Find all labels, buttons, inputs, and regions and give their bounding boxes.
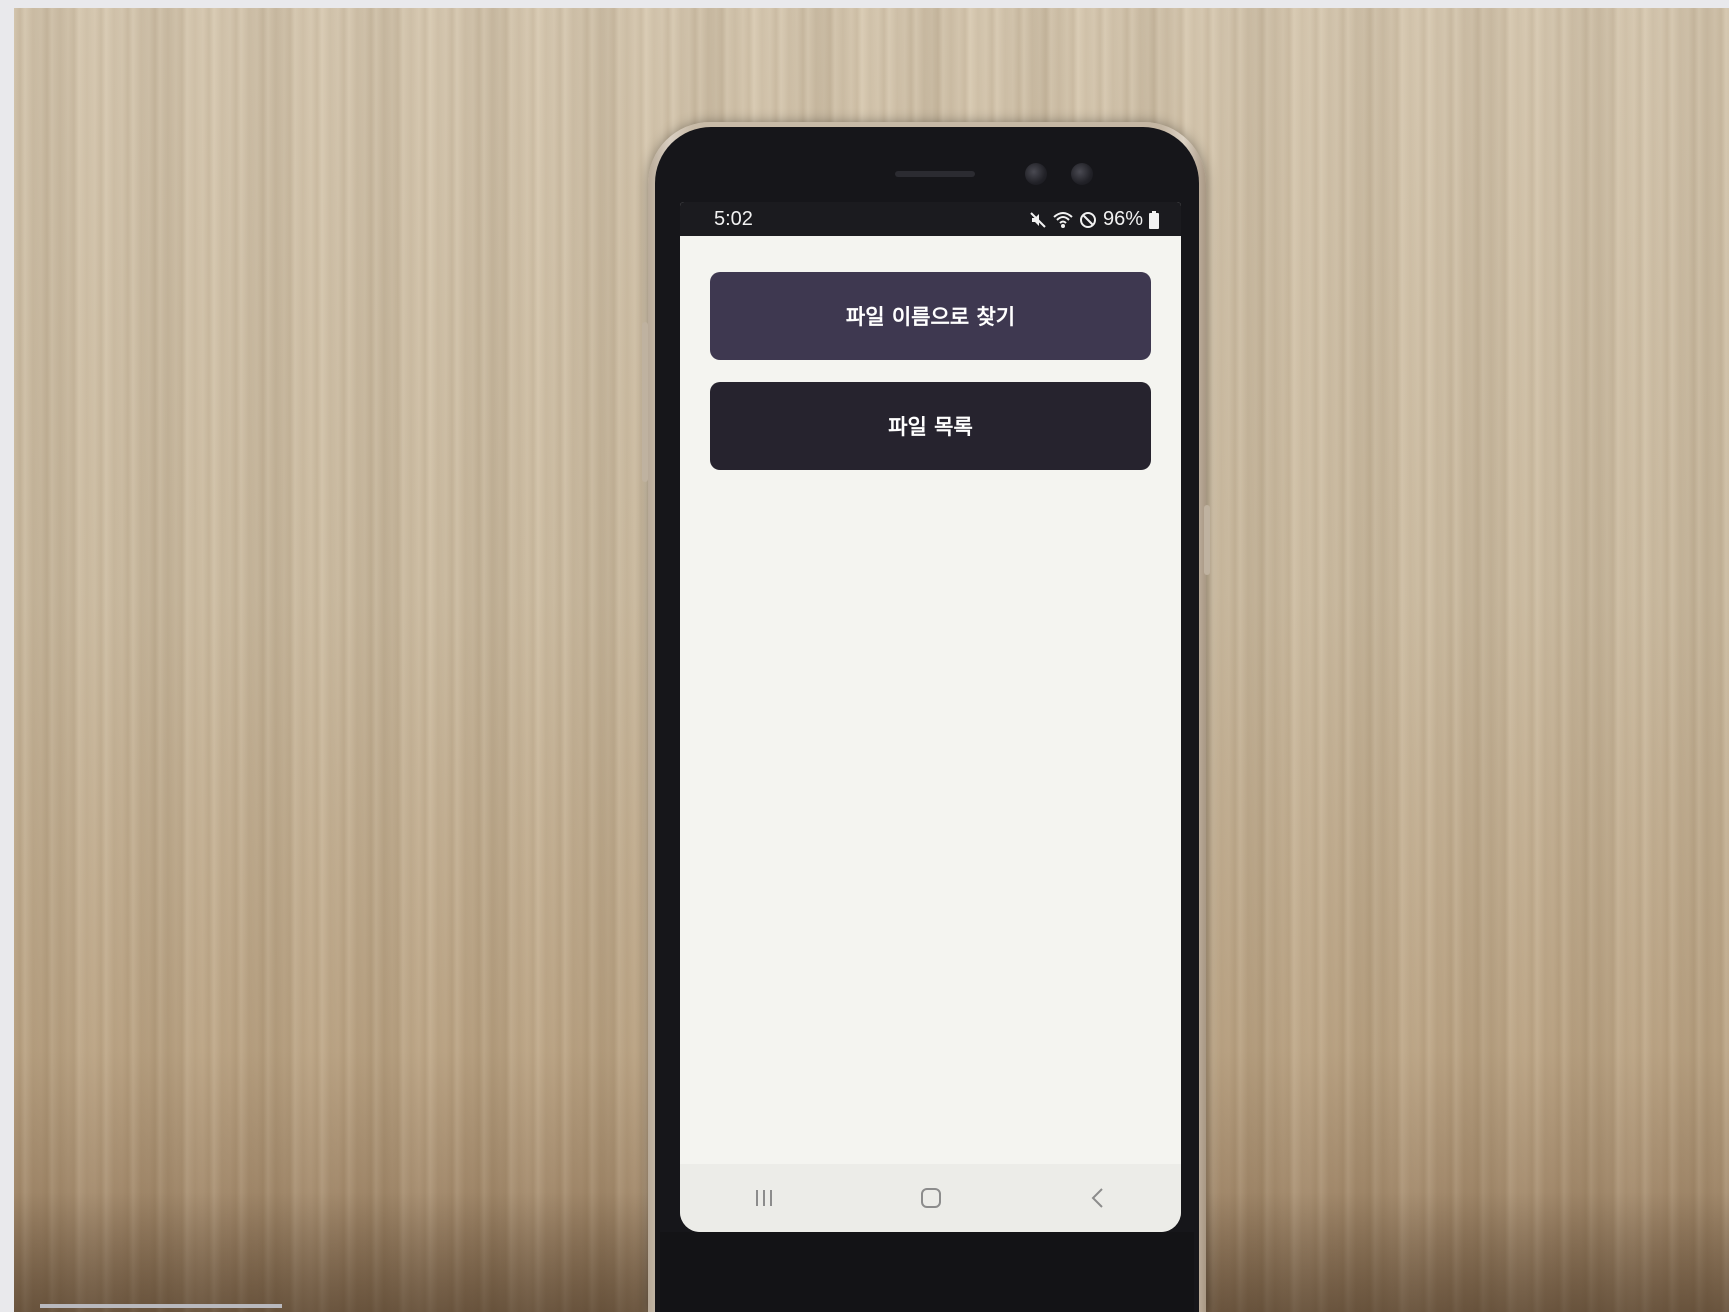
- video-progress-bar: [40, 1304, 282, 1308]
- back-icon[interactable]: [1068, 1173, 1128, 1223]
- battery-percent: 96%: [1102, 208, 1143, 230]
- status-bar: 5:02 96%: [680, 202, 1181, 236]
- wifi-icon: [1053, 211, 1073, 229]
- file-list-button[interactable]: 파일 목록: [710, 382, 1151, 470]
- home-icon[interactable]: [901, 1173, 961, 1223]
- front-camera-icon: [1025, 163, 1047, 185]
- battery-icon: [1149, 210, 1159, 229]
- phone-bottom-bezel: [660, 1232, 1194, 1312]
- navigation-bar: [680, 1164, 1181, 1232]
- do-not-disturb-icon: [1079, 211, 1097, 229]
- proximity-sensor-icon: [1071, 163, 1093, 185]
- mute-icon: [1029, 211, 1047, 229]
- recent-apps-icon[interactable]: [734, 1173, 794, 1223]
- earpiece-speaker: [895, 171, 975, 177]
- status-time: 5:02: [714, 208, 753, 230]
- phone-screen: 5:02 96% 파일 이름으로 찾기 파일 목록: [680, 202, 1181, 1232]
- power-key: [1204, 505, 1210, 575]
- find-by-filename-button[interactable]: 파일 이름으로 찾기: [710, 272, 1151, 360]
- volume-key: [642, 322, 648, 482]
- status-icons: 96%: [1029, 208, 1159, 231]
